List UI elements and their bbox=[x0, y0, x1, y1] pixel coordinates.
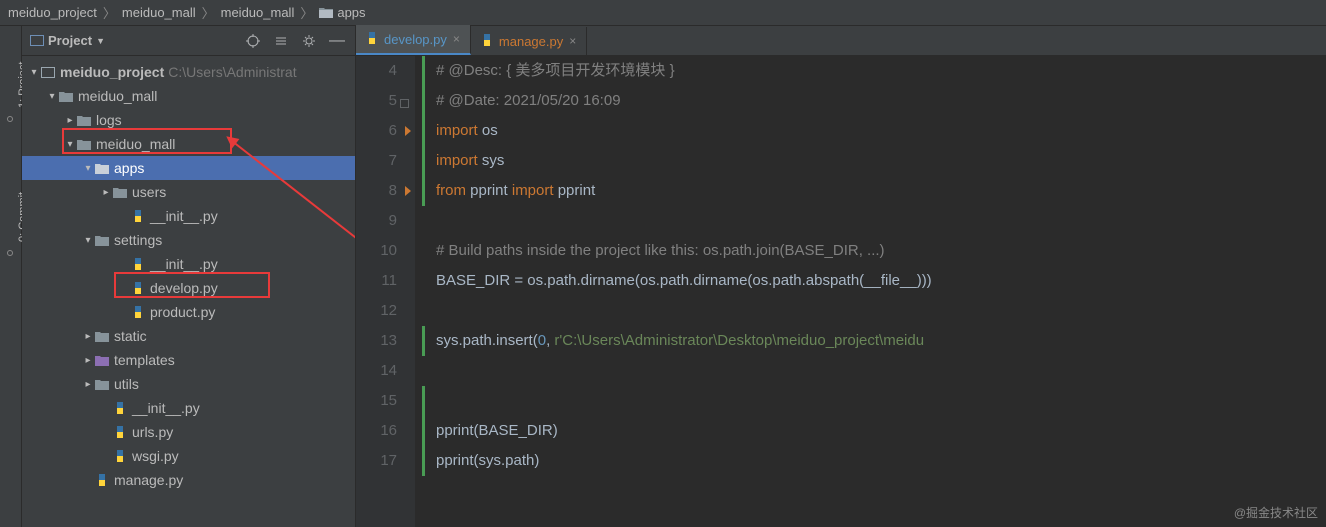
close-icon[interactable]: × bbox=[569, 34, 576, 48]
close-icon[interactable]: × bbox=[453, 32, 460, 46]
collapse-all-icon[interactable] bbox=[271, 31, 291, 51]
tree-init-mall[interactable]: __init__.py bbox=[22, 396, 355, 420]
crumb-sep: 〉 bbox=[103, 3, 116, 22]
project-panel-title[interactable]: Project ▼ bbox=[30, 33, 105, 48]
crumb-sep: 〉 bbox=[300, 3, 313, 22]
python-file-icon bbox=[130, 208, 146, 224]
python-file-icon bbox=[130, 280, 146, 296]
crumb-3[interactable]: apps bbox=[319, 5, 365, 20]
python-file-icon bbox=[112, 448, 128, 464]
tree-utils[interactable]: ▸utils bbox=[22, 372, 355, 396]
folder-icon bbox=[94, 328, 110, 344]
tree-root[interactable]: ▾ meiduo_project C:\Users\Administrat bbox=[22, 60, 355, 84]
folder-icon bbox=[94, 232, 110, 248]
line-gutter[interactable]: 4567891011121314151617 bbox=[356, 56, 416, 527]
editor-tabs: develop.py× manage.py× bbox=[356, 26, 1326, 56]
templates-folder-icon bbox=[94, 352, 110, 368]
tree-init-apps[interactable]: __init__.py bbox=[22, 204, 355, 228]
python-file-icon bbox=[366, 32, 378, 47]
tree-users[interactable]: ▸users bbox=[22, 180, 355, 204]
python-file-icon bbox=[112, 424, 128, 440]
code-editor[interactable]: 4567891011121314151617 # @Desc: { 美多项目开发… bbox=[356, 56, 1326, 527]
python-file-icon bbox=[130, 256, 146, 272]
left-tool-rail: 1: Project 0: Commit bbox=[0, 26, 22, 527]
tree-meiduo-mall-inner[interactable]: ▾meiduo_mall bbox=[22, 132, 355, 156]
folder-icon bbox=[94, 160, 110, 176]
watermark: @掘金技术社区 bbox=[1234, 504, 1318, 521]
python-file-icon bbox=[481, 34, 493, 49]
project-panel-header: Project ▼ — bbox=[22, 26, 355, 56]
tree-manage-py[interactable]: manage.py bbox=[22, 468, 355, 492]
tree-settings[interactable]: ▾settings bbox=[22, 228, 355, 252]
crumb-2[interactable]: meiduo_mall bbox=[221, 5, 295, 20]
python-file-icon bbox=[112, 400, 128, 416]
tree-product-py[interactable]: product.py bbox=[22, 300, 355, 324]
folder-icon bbox=[112, 184, 128, 200]
folder-icon bbox=[76, 112, 92, 128]
project-panel: Project ▼ — ▾ meiduo_project C:\Users\Ad… bbox=[22, 26, 356, 527]
crumb-1[interactable]: meiduo_mall bbox=[122, 5, 196, 20]
tree-meiduo-mall[interactable]: ▾meiduo_mall bbox=[22, 84, 355, 108]
python-file-icon bbox=[94, 472, 110, 488]
project-tree[interactable]: ▾ meiduo_project C:\Users\Administrat ▾m… bbox=[22, 56, 355, 527]
crumb-sep: 〉 bbox=[202, 3, 215, 22]
locate-icon[interactable] bbox=[243, 31, 263, 51]
folder-icon bbox=[94, 376, 110, 392]
tree-develop-py[interactable]: develop.py bbox=[22, 276, 355, 300]
code-content[interactable]: # @Desc: { 美多项目开发环境模块 }# @Date: 2021/05/… bbox=[416, 56, 1326, 527]
tree-init-settings[interactable]: __init__.py bbox=[22, 252, 355, 276]
project-icon bbox=[30, 35, 44, 46]
folder-icon bbox=[76, 136, 92, 152]
rail-dot-icon bbox=[7, 116, 13, 122]
rail-dot-icon bbox=[7, 250, 13, 256]
gear-icon[interactable] bbox=[299, 31, 319, 51]
tree-templates[interactable]: ▸templates bbox=[22, 348, 355, 372]
hide-panel-icon[interactable]: — bbox=[327, 31, 347, 51]
folder-icon bbox=[319, 7, 333, 18]
python-file-icon bbox=[130, 304, 146, 320]
tree-logs[interactable]: ▸logs bbox=[22, 108, 355, 132]
breadcrumb-bar: meiduo_project 〉 meiduo_mall 〉 meiduo_ma… bbox=[0, 0, 1326, 26]
crumb-0[interactable]: meiduo_project bbox=[8, 5, 97, 20]
tab-develop[interactable]: develop.py× bbox=[356, 25, 471, 55]
module-icon bbox=[40, 64, 56, 80]
tab-manage[interactable]: manage.py× bbox=[471, 27, 587, 55]
folder-icon bbox=[58, 88, 74, 104]
tree-static[interactable]: ▸static bbox=[22, 324, 355, 348]
tree-urls-py[interactable]: urls.py bbox=[22, 420, 355, 444]
tree-apps[interactable]: ▾apps bbox=[22, 156, 355, 180]
editor-area: develop.py× manage.py× 45678910111213141… bbox=[356, 26, 1326, 527]
tree-wsgi-py[interactable]: wsgi.py bbox=[22, 444, 355, 468]
